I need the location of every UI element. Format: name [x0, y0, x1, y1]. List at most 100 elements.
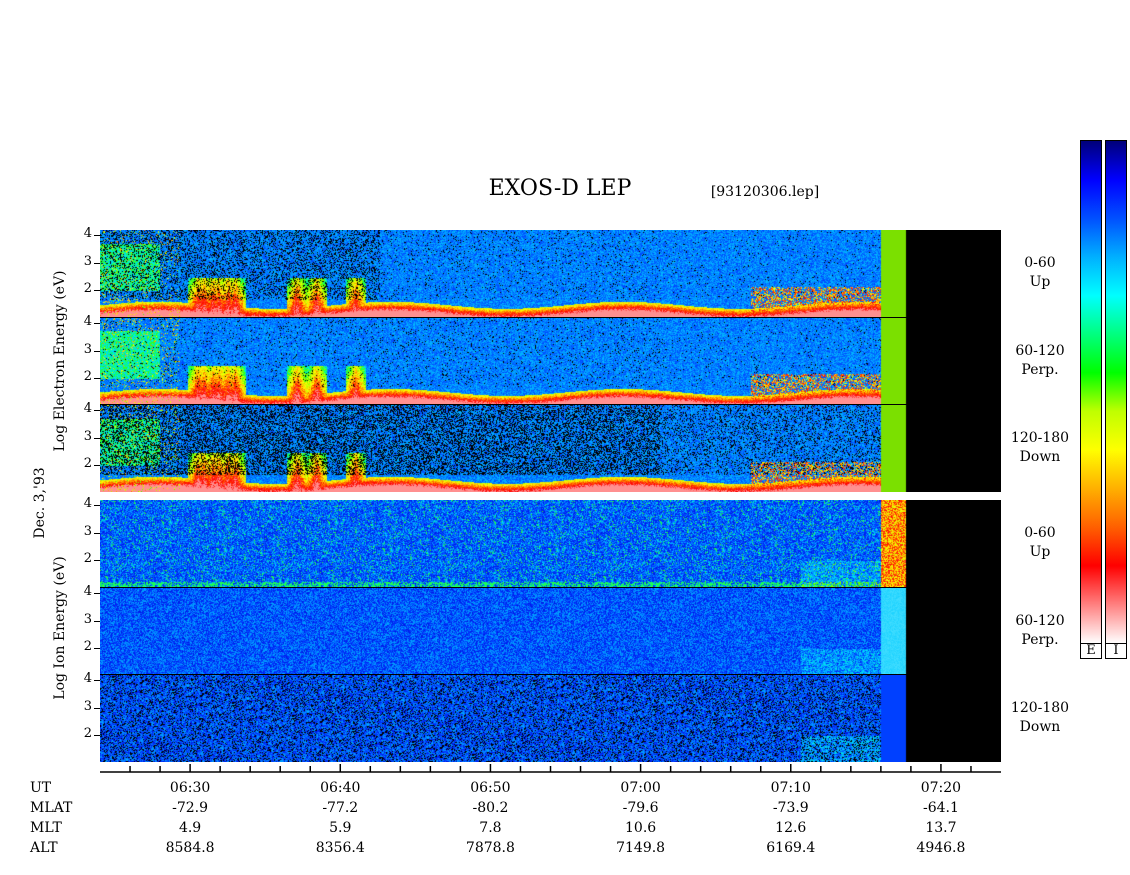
x-tick-label: 06:30 — [169, 780, 211, 796]
y-tick — [94, 350, 100, 352]
orbit-value-alt: 4946.8 — [916, 840, 966, 856]
direction-label: Up — [1029, 274, 1051, 290]
orbit-value-mlat: -72.9 — [172, 800, 209, 816]
x-tick-label: 07:10 — [770, 780, 811, 796]
orbit-value-alt: 6169.4 — [766, 840, 816, 856]
orbit-value-mlt: 10.6 — [625, 820, 657, 836]
panel-ion-down — [100, 675, 1001, 762]
panel-label-electron: 120-180 Down — [1000, 429, 1080, 467]
y-tick — [94, 377, 100, 379]
direction-label: Perp. — [1021, 362, 1059, 378]
file-name: [93120306.lep] — [710, 184, 820, 200]
orbit-value-mlat: -73.9 — [772, 800, 809, 816]
colorbar-label-ion: I — [1105, 643, 1127, 659]
orbit-value-mlat: -79.6 — [622, 800, 659, 816]
y-tick — [94, 262, 100, 264]
colorbar-label-electron: E — [1080, 643, 1102, 659]
orbit-value-alt: 8584.8 — [165, 840, 215, 856]
pitch-angle-label: 120-180 — [1010, 430, 1070, 446]
y-tick-label: 4 — [83, 496, 92, 512]
y-tick — [94, 437, 100, 439]
colorbar-ion — [1105, 140, 1127, 644]
panel-label-electron: 60-120 Perp. — [1000, 342, 1080, 380]
orbit-value-mlt: 12.6 — [775, 820, 807, 836]
y-tick — [94, 647, 100, 649]
y-tick-label: 2 — [83, 725, 92, 741]
spectrogram-electron-perp — [100, 318, 1001, 404]
x-tick-label: 07:00 — [620, 780, 661, 796]
y-tick-label: 2 — [83, 638, 92, 654]
y-tick-label: 3 — [83, 611, 92, 627]
orbit-value-alt: 7878.8 — [465, 840, 515, 856]
spectrogram-electron-down — [100, 405, 1001, 492]
y-tick — [94, 559, 100, 561]
spectrogram-ion-perp — [100, 588, 1001, 674]
y-tick-label: 4 — [83, 671, 92, 687]
pitch-angle-label: 120-180 — [1010, 700, 1070, 716]
x-axis — [100, 764, 1001, 773]
y-tick — [94, 593, 100, 595]
divider — [100, 317, 1001, 318]
pitch-angle-label: 0-60 — [1024, 525, 1056, 541]
y-tick — [94, 323, 100, 325]
y-tick — [94, 680, 100, 682]
electron-axis-label: Log Electron Energy (eV) — [52, 270, 68, 452]
orbit-row-label: UT — [30, 780, 52, 796]
panel-electron-down — [100, 405, 1001, 492]
spectrogram-ion-up — [100, 500, 1001, 587]
orbit-row-label: MLAT — [30, 800, 73, 816]
y-tick — [94, 505, 100, 507]
direction-label: Down — [1019, 449, 1061, 465]
orbit-value-mlt: 7.8 — [479, 820, 502, 836]
y-tick-label: 4 — [83, 401, 92, 417]
y-tick — [94, 532, 100, 534]
colorbar-electron — [1080, 140, 1102, 644]
orbit-value-alt: 7149.8 — [616, 840, 666, 856]
orbit-value-mlt: 13.7 — [925, 820, 957, 836]
y-tick — [94, 620, 100, 622]
panel-ion-up — [100, 500, 1001, 587]
panel-label-ion: 0-60 Up — [1000, 524, 1080, 562]
x-tick-label: 06:50 — [470, 780, 511, 796]
y-tick-label: 3 — [83, 341, 92, 357]
divider — [100, 587, 1001, 588]
spectrogram-electron-up — [100, 230, 1001, 317]
y-tick-label: 4 — [83, 226, 92, 242]
panel-electron-up — [100, 230, 1001, 317]
colorbar-electron-gradient — [1081, 141, 1101, 643]
date-label: Dec. 3,'93 — [32, 467, 48, 539]
panel-label-ion: 60-120 Perp. — [1000, 612, 1080, 650]
y-tick-label: 3 — [83, 253, 92, 269]
orbit-value-mlat: -64.1 — [922, 800, 959, 816]
divider — [100, 674, 1001, 675]
y-tick — [94, 235, 100, 237]
pitch-angle-label: 60-120 — [1015, 613, 1065, 629]
y-tick-label: 4 — [83, 314, 92, 330]
colorbar-ion-gradient — [1106, 141, 1126, 643]
ion-axis-label: Log Ion Energy (eV) — [52, 556, 68, 700]
divider — [100, 404, 1001, 405]
y-tick — [94, 410, 100, 412]
y-tick-label: 3 — [83, 428, 92, 444]
orbit-value-mlt: 5.9 — [329, 820, 352, 836]
pitch-angle-label: 60-120 — [1015, 343, 1065, 359]
direction-label: Down — [1019, 719, 1061, 735]
chart-title: EXOS-D LEP — [488, 176, 632, 201]
y-tick-label: 2 — [83, 455, 92, 471]
y-tick-label: 2 — [83, 550, 92, 566]
x-tick-label: 06:40 — [320, 780, 361, 796]
panel-ion-perp — [100, 588, 1001, 674]
direction-label: Up — [1029, 544, 1051, 560]
spectrogram-ion-down — [100, 675, 1001, 762]
pitch-angle-label: 0-60 — [1024, 255, 1056, 271]
y-tick-label: 2 — [83, 280, 92, 296]
y-tick — [94, 289, 100, 291]
y-tick-label: 2 — [83, 368, 92, 384]
orbit-value-mlat: -77.2 — [322, 800, 359, 816]
panel-label-electron: 0-60 Up — [1000, 254, 1080, 292]
panel-electron-perp — [100, 318, 1001, 404]
orbit-value-alt: 8356.4 — [315, 840, 365, 856]
orbit-row-label: MLT — [30, 820, 62, 836]
panel-label-ion: 120-180 Down — [1000, 699, 1080, 737]
orbit-row-label: ALT — [30, 840, 58, 856]
